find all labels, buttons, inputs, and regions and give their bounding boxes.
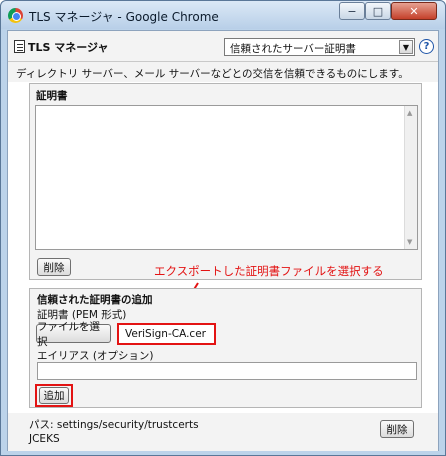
minimize-button[interactable]: −	[339, 2, 365, 20]
certificates-group: 証明書 ▲ ▼ 削除	[29, 83, 422, 280]
add-button[interactable]: 追加	[39, 387, 69, 404]
header-bar: TLS マネージャ 信頼されたサーバー証明書 ▼ ?	[8, 31, 438, 62]
instruction-annotation: エクスポートした証明書ファイルを選択する	[154, 264, 384, 278]
close-button[interactable]: ✕	[391, 2, 437, 20]
truststore-type: JCEKS	[29, 433, 60, 445]
scroll-down-icon[interactable]: ▼	[407, 238, 412, 246]
certificate-list-scrollbar[interactable]: ▲ ▼	[404, 106, 417, 249]
alias-input[interactable]	[37, 362, 417, 380]
certificate-type-select[interactable]: 信頼されたサーバー証明書 ▼	[224, 38, 415, 56]
chevron-down-icon[interactable]: ▼	[399, 40, 413, 54]
certificate-list[interactable]: ▲ ▼	[35, 105, 418, 250]
description-text: ディレクトリ サーバー、メール サーバーなどとの交信を信頼できるものにします。	[8, 62, 438, 82]
add-certificate-heading: 信頼された証明書の追加	[37, 294, 153, 306]
certificate-icon	[14, 40, 25, 53]
page-title: TLS マネージャ	[28, 41, 109, 54]
window-title: TLS マネージャ - Google Chrome	[29, 10, 219, 24]
alias-label: エイリアス (オプション)	[37, 350, 154, 362]
certificate-type-value: 信頼されたサーバー証明書	[230, 43, 356, 55]
choose-file-button[interactable]: ファイルを選択	[36, 321, 111, 348]
add-certificate-group: 信頼された証明書の追加 証明書 (PEM 形式) ファイルを選択 VeriSig…	[29, 288, 422, 408]
chrome-icon	[8, 8, 23, 23]
delete-certificate-button[interactable]: 削除	[37, 258, 71, 276]
certificates-heading: 証明書	[36, 90, 68, 102]
help-icon[interactable]: ?	[419, 39, 434, 54]
tls-manager-panel: TLS マネージャ 信頼されたサーバー証明書 ▼ ? ディレクトリ サーバー、メ…	[7, 30, 439, 451]
title-bar: TLS マネージャ - Google Chrome − □ ✕	[1, 1, 445, 29]
delete-truststore-button[interactable]: 削除	[380, 420, 414, 438]
browser-window: TLS マネージャ - Google Chrome − □ ✕ TLS マネージ…	[0, 0, 446, 456]
selected-file-name: VeriSign-CA.cer	[117, 323, 216, 345]
truststore-path: パス: settings/security/trustcerts	[29, 419, 199, 431]
footer-bar: パス: settings/security/trustcerts JCEKS 削…	[8, 413, 438, 451]
scroll-up-icon[interactable]: ▲	[407, 109, 412, 117]
maximize-button[interactable]: □	[365, 2, 391, 20]
